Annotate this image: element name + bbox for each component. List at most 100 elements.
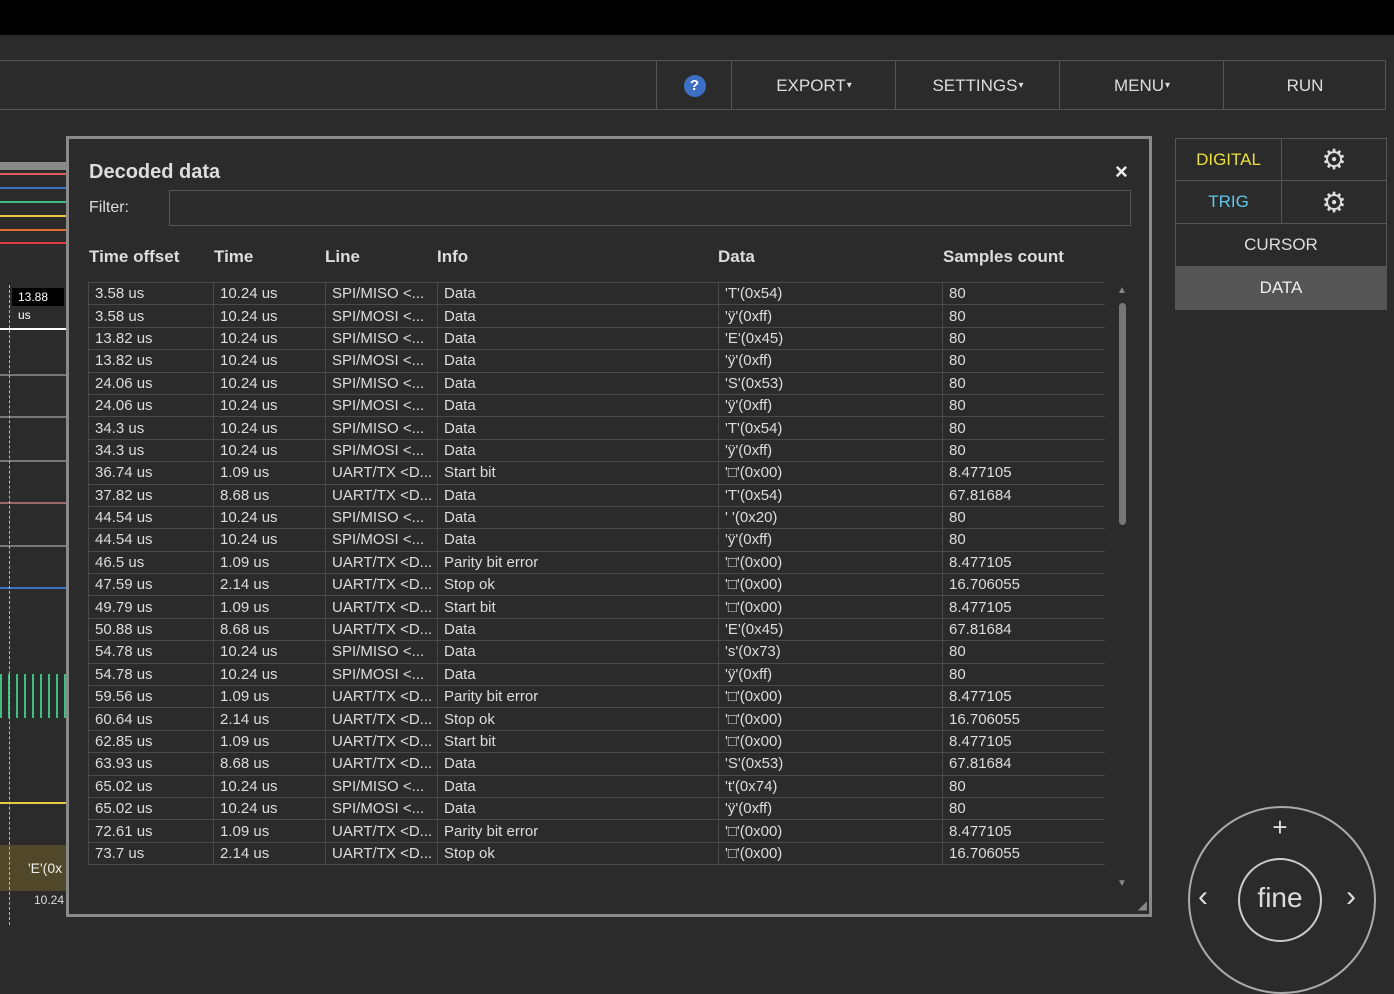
table-row[interactable]: 49.79 us 1.09 us UART/TX <D... Start bit '□'… [88, 595, 1105, 619]
window-title-bar [0, 0, 1394, 35]
zoom-in-icon[interactable]: + [1268, 812, 1292, 843]
column-header-info[interactable]: Info [437, 247, 468, 267]
table-row[interactable]: 50.88 us 8.68 us UART/TX <D... Data 'E'(0x45… [88, 617, 1105, 642]
info-cell: Data [437, 416, 719, 440]
samples-count-cell: 80 [942, 393, 1105, 418]
time-cell: 10.24 us [213, 438, 326, 463]
time-offset-cell: 13.82 us [88, 349, 214, 373]
column-header-time[interactable]: Time [214, 247, 253, 267]
table-row[interactable]: 46.5 us 1.09 us UART/TX <D... Parity bit er… [88, 550, 1105, 575]
table-row[interactable]: 65.02 us 10.24 us SPI/MISO <... Data't'(0x7… [88, 774, 1105, 798]
settings-label: SETTINGS [932, 75, 1018, 95]
trace-line [0, 162, 66, 170]
caret-down-icon: ▾ [1165, 80, 1171, 91]
data-cell: '□'(0x00) [718, 707, 943, 731]
line-cell: UART/TX <D... [325, 819, 438, 843]
table-row[interactable]: 24.06 us 10.24 us SPI/MOSI <... Data'ÿ'(0xf… [88, 393, 1105, 418]
digital-settings-button[interactable]: ⚙ [1282, 139, 1386, 180]
table-row[interactable]: 44.54 us 10.24 us SPI/MISO <... Data ' '(0x2… [88, 505, 1105, 530]
caret-down-icon: ▾ [846, 80, 852, 91]
menu-button[interactable]: MENU ▾ [1059, 61, 1224, 110]
decoded-data-table[interactable]: 3.58 us 10.24 us SPI/MISO <... Data 'T'(0x54… [88, 282, 1105, 890]
settings-button[interactable]: SETTINGS ▾ [895, 61, 1060, 110]
samples-count-cell: 80 [942, 304, 1105, 328]
scrollbar-thumb[interactable] [1119, 303, 1126, 525]
info-cell: Stop ok [437, 573, 719, 597]
samples-count-cell: 8.477105 [942, 685, 1105, 709]
cursor-line[interactable] [9, 285, 10, 925]
samples-count-cell: 67.81684 [942, 617, 1105, 642]
table-row[interactable]: 73.7 us 2.14 us UART/TX <D... Stop ok '□'(0x… [88, 841, 1105, 866]
digital-button[interactable]: DIGITAL [1176, 139, 1282, 180]
info-cell: Data [437, 752, 719, 776]
samples-count-cell: 8.477105 [942, 819, 1105, 843]
table-row[interactable]: 37.82 us 8.68 us UART/TX <D... Data 'T'(0x54… [88, 483, 1105, 507]
filter-input[interactable] [169, 190, 1131, 226]
chevron-left-icon[interactable]: ‹ [1198, 880, 1208, 914]
cursor-button[interactable]: CURSOR [1176, 224, 1386, 266]
table-row[interactable]: 3.58 us 10.24 us SPI/MISO <... Data 'T'(0x54… [88, 282, 1105, 306]
data-cell: 'ÿ'(0xff) [718, 438, 943, 463]
samples-count-cell: 80 [942, 349, 1105, 373]
table-row[interactable]: 36.74 us 1.09 us UART/TX <D... Start bit '□'… [88, 461, 1105, 485]
table-row[interactable]: 72.61 us 1.09 us UART/TX <D... Parity bit e… [88, 819, 1105, 843]
column-header-samples-count[interactable]: Samples count [943, 247, 1064, 267]
line-cell: SPI/MISO <... [325, 371, 438, 395]
chevron-right-icon[interactable]: › [1346, 880, 1356, 914]
table-row[interactable]: 13.82 us 10.24 us SPI/MOSI <... Data'ÿ'(0xf… [88, 349, 1105, 373]
time-offset-cell: 54.78 us [88, 662, 214, 687]
table-row[interactable]: 60.64 us 2.14 us UART/TX <D... Stop ok '□'(0… [88, 707, 1105, 731]
column-header-line[interactable]: Line [325, 247, 360, 267]
trig-settings-button[interactable]: ⚙ [1282, 181, 1386, 223]
data-button[interactable]: DATA [1176, 267, 1386, 309]
table-row[interactable]: 44.54 us 10.24 us SPI/MOSI <... Data'ÿ'(0xf… [88, 528, 1105, 552]
time-cell: 1.09 us [213, 819, 326, 843]
main-toolbar: ? EXPORT ▾ SETTINGS ▾ MENU ▾ RUN [0, 60, 1386, 110]
column-header-time-offset[interactable]: Time offset [89, 247, 179, 267]
line-cell: UART/TX <D... [325, 483, 438, 507]
table-row[interactable]: 47.59 us 2.14 us UART/TX <D... Stop ok '□'(0… [88, 573, 1105, 597]
time-offset-cell: 44.54 us [88, 528, 214, 552]
export-button[interactable]: EXPORT ▾ [731, 61, 896, 110]
table-row[interactable]: 65.02 us 10.24 us SPI/MOSI <... Data'ÿ'(0xf… [88, 796, 1105, 821]
table-row[interactable]: 59.56 us 1.09 us UART/TX <D... Parity bit e… [88, 685, 1105, 709]
table-row[interactable]: 24.06 us 10.24 us SPI/MISO <... Data 'S'(0x5… [88, 371, 1105, 395]
time-offset-cell: 13.82 us [88, 326, 214, 351]
run-button[interactable]: RUN [1223, 61, 1386, 110]
table-row[interactable]: 34.3 us 10.24 us SPI/MISO <... Data 'T'(0x54… [88, 416, 1105, 440]
right-panel: DIGITAL ⚙ TRIG ⚙ CURSOR DATA [1175, 138, 1387, 310]
data-cell: '□'(0x00) [718, 841, 943, 866]
table-row[interactable]: 13.82 us 10.24 us SPI/MISO <... Data 'E'(0x4… [88, 326, 1105, 351]
table-row[interactable]: 54.78 us 10.24 us SPI/MOSI <... Data'ÿ'(0xf… [88, 662, 1105, 687]
table-row[interactable]: 3.58 us 10.24 us SPI/MOSI <... Data'ÿ'(0xff… [88, 304, 1105, 328]
line-cell: UART/TX <D... [325, 550, 438, 575]
vertical-scrollbar[interactable]: ▲ ▼ [1117, 285, 1128, 889]
menu-label: MENU [1113, 75, 1165, 95]
time-cell: 1.09 us [213, 595, 326, 619]
table-row[interactable]: 34.3 us 10.24 us SPI/MOSI <... Data'ÿ'(0xff… [88, 438, 1105, 463]
data-cell: 's'(0x73) [718, 640, 943, 664]
info-cell: Data [437, 662, 719, 687]
info-cell: Data [437, 796, 719, 821]
close-icon[interactable]: × [1115, 159, 1128, 185]
column-header-data[interactable]: Data [718, 247, 755, 267]
scroll-down-icon[interactable]: ▼ [1117, 878, 1127, 889]
table-row[interactable]: 62.85 us 1.09 us UART/TX <D... Start bit '□'… [88, 729, 1105, 754]
info-cell: Data [437, 393, 719, 418]
table-row[interactable]: 63.93 us 8.68 us UART/TX <D... Data 'S'(0x53… [88, 752, 1105, 776]
line-cell: UART/TX <D... [325, 573, 438, 597]
line-cell: SPI/MISO <... [325, 416, 438, 440]
time-cell: 10.24 us [213, 640, 326, 664]
samples-count-cell: 67.81684 [942, 752, 1105, 776]
scroll-up-icon[interactable]: ▲ [1117, 285, 1127, 296]
data-cell: 'E'(0x45) [718, 617, 943, 642]
help-button[interactable]: ? [656, 61, 732, 110]
resize-grip-icon[interactable]: ◢ [1138, 898, 1147, 912]
time-offset-cell: 65.02 us [88, 796, 214, 821]
samples-count-cell: 80 [942, 796, 1105, 821]
time-cell: 10.24 us [213, 505, 326, 530]
trig-button[interactable]: TRIG [1176, 181, 1282, 223]
table-row[interactable]: 54.78 us 10.24 us SPI/MISO <... Data's'(0x7… [88, 640, 1105, 664]
cursor-row: CURSOR [1175, 224, 1387, 267]
time-offset-cell: 72.61 us [88, 819, 214, 843]
